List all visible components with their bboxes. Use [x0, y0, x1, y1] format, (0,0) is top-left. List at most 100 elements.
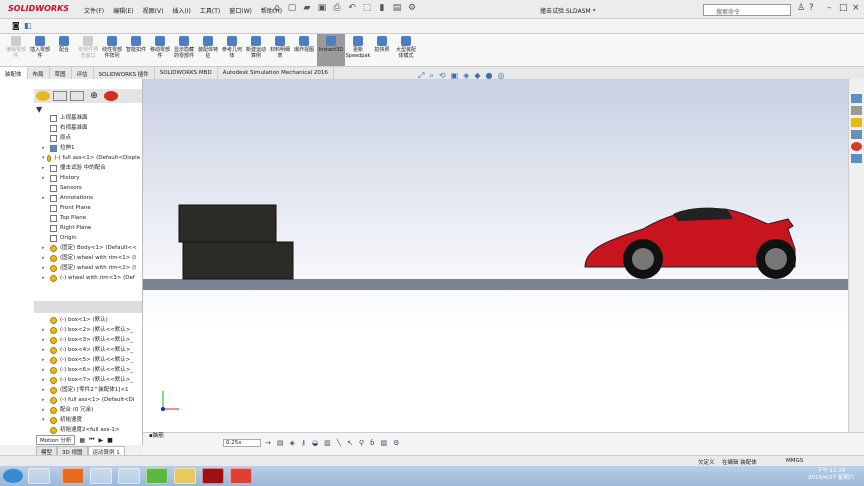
tree-item[interactable]: Right Plane	[34, 223, 140, 233]
ribbon-button[interactable]: 大型装配体模式	[395, 34, 417, 66]
view-palette-icon[interactable]	[851, 130, 862, 139]
taskbar-app-icon[interactable]	[118, 468, 140, 484]
tree-item[interactable]: ▸ 拉伸1	[34, 143, 140, 153]
spring-icon[interactable]: ▥	[324, 439, 331, 447]
tree-item[interactable]: ▸ (-) box<7> (默认<<默认>_	[34, 375, 140, 385]
tree-item[interactable]: 右视基准面	[34, 123, 140, 133]
tree-item[interactable]: ▾ 初始速度	[34, 415, 140, 425]
command-tab[interactable]: 装配体	[0, 67, 28, 79]
save-animation-icon[interactable]: ▤	[277, 439, 284, 447]
tree-item[interactable]: Origin	[34, 233, 140, 243]
ribbon-button[interactable]: 移动零部件	[149, 34, 171, 66]
expand-arrow-icon[interactable]: ▸	[42, 193, 50, 203]
animation-wizard-icon[interactable]: ◈	[290, 439, 295, 447]
save-icon[interactable]: ▣	[317, 3, 327, 14]
user-icon[interactable]: ♙	[797, 3, 805, 13]
menu-item[interactable]: 插入(I)	[172, 6, 190, 15]
calculate-icon[interactable]: ▦	[79, 437, 85, 444]
expand-arrow-icon[interactable]: ▸	[42, 355, 50, 365]
rebuild-icon[interactable]: ▮	[377, 3, 387, 14]
camera-icon[interactable]: ◙	[12, 21, 20, 30]
tree-item[interactable]: ▾ (-) full ass<1> (Default<Displa	[34, 153, 140, 163]
play-icon[interactable]: ▶	[98, 437, 103, 444]
command-tab[interactable]: Autodesk Simulation Mechanical 2016	[218, 67, 334, 79]
ribbon-button[interactable]: 智能扣件	[125, 34, 147, 66]
menu-item[interactable]: 窗口(W)	[229, 6, 252, 15]
design-library-icon[interactable]	[851, 106, 862, 115]
command-tab[interactable]: SOLIDWORKS MBD	[155, 67, 218, 79]
explorer-icon[interactable]	[174, 468, 196, 484]
tree-item[interactable]: 初始速度2<full ass-1>	[34, 425, 140, 435]
ribbon-button[interactable]: Instant3D	[317, 34, 345, 66]
configuration-manager-tab-icon[interactable]	[70, 91, 84, 101]
menu-item[interactable]: 视图(V)	[143, 6, 164, 15]
close-button[interactable]: ×	[852, 3, 860, 13]
motor-icon[interactable]: ◒	[312, 439, 318, 447]
feature-manager-tab-icon[interactable]	[36, 91, 50, 101]
file-properties-icon[interactable]: ▤	[392, 3, 402, 14]
ribbon-button[interactable]: 爆炸视图	[293, 34, 315, 66]
expand-arrow-icon[interactable]: ▸	[42, 325, 50, 335]
appearances-icon[interactable]	[851, 142, 862, 151]
expand-arrow-icon[interactable]: ▸	[42, 405, 50, 415]
playback-speed-select[interactable]: 0.25x	[223, 439, 261, 447]
damper-icon[interactable]: ╲	[337, 439, 341, 447]
taskbar-app-icon[interactable]	[28, 468, 50, 484]
box-lower[interactable]	[182, 241, 294, 280]
home-icon[interactable]: ⌂	[272, 3, 282, 14]
tree-item[interactable]: ▸ (固定) Body<1> (Default<<	[34, 243, 140, 253]
force-icon[interactable]: ↖	[347, 439, 353, 447]
display-manager-tab-icon[interactable]	[104, 91, 118, 101]
options-icon[interactable]: ⚙	[407, 3, 417, 14]
solidworks-taskbar-icon[interactable]	[202, 468, 224, 484]
expand-arrow-icon[interactable]: ▸	[42, 273, 50, 283]
tree-item[interactable]: (-) box<1> (默认)	[34, 315, 140, 325]
tree-item[interactable]: ▸ (-) box<3> (默认<<默认>_	[34, 335, 140, 345]
gravity-icon[interactable]: ɓ	[370, 439, 374, 447]
search-input[interactable]: 搜索命令	[703, 4, 791, 16]
tree-item[interactable]: Top Plane	[34, 213, 140, 223]
ribbon-button[interactable]: 材料明细表	[269, 34, 291, 66]
tree-item[interactable]: ▸ (-) box<2> (默认<<默认>_	[34, 325, 140, 335]
expand-arrow-icon[interactable]: ▸	[42, 385, 50, 395]
tree-item[interactable]: ▸ Annotations	[34, 193, 140, 203]
results-icon[interactable]: ▧	[380, 439, 387, 447]
expand-arrow-icon[interactable]: ▸	[42, 143, 50, 153]
open-icon[interactable]: ▰	[302, 3, 312, 14]
expand-arrow-icon[interactable]: ▸	[42, 395, 50, 405]
help-icon[interactable]: ?	[809, 3, 814, 13]
browser-icon[interactable]	[146, 468, 168, 484]
ribbon-button[interactable]: 装配体特征	[197, 34, 219, 66]
expand-arrow-icon[interactable]: ▸	[42, 345, 50, 355]
tree-item[interactable]: ▸ History	[34, 173, 140, 183]
command-tab[interactable]: SOLIDWORKS 插件	[94, 67, 155, 79]
system-clock[interactable]: 下午 11:26 2019/4/27 星期六	[808, 468, 854, 482]
tree-item[interactable]: ▸ 配合 (0 冗余)	[34, 405, 140, 415]
graphics-viewport[interactable]: ⤢ ⌕ ⟲ ▣ ◈ ◆ ● ◎	[143, 71, 848, 432]
taskbar-app-icon[interactable]	[90, 468, 112, 484]
tree-item[interactable]: ▸ (固定) [零件2^装配体1]<1	[34, 385, 140, 395]
expand-arrow-icon[interactable]: ▸	[42, 263, 50, 273]
expand-arrow-icon[interactable]: ▸	[42, 375, 50, 385]
arrow-icon[interactable]: →	[265, 439, 271, 447]
recorder-icon[interactable]	[230, 468, 252, 484]
units-select[interactable]: MMGS	[786, 458, 803, 464]
tree-item[interactable]: Front Plane	[34, 203, 140, 213]
select-icon[interactable]: ⬚	[362, 3, 372, 14]
expand-arrow-icon[interactable]: ▸	[42, 163, 50, 173]
expand-arrow-icon[interactable]: ▸	[42, 243, 50, 253]
print-icon[interactable]: ⎙	[332, 3, 342, 14]
expand-arrow-icon[interactable]: ▸	[42, 335, 50, 345]
tree-item[interactable]: ▸ (固定) wheel with rim<1> (I	[34, 253, 140, 263]
start-button[interactable]	[2, 468, 24, 484]
ribbon-button[interactable]: 新建运动算例	[245, 34, 267, 66]
ribbon-button[interactable]: 配合	[53, 34, 75, 66]
menu-item[interactable]: 编辑(E)	[113, 6, 133, 15]
firefox-icon[interactable]	[62, 468, 84, 484]
command-tab[interactable]: 布局	[28, 67, 50, 79]
car-model[interactable]	[584, 207, 796, 279]
dimxpert-tab-icon[interactable]: ⊕	[87, 91, 101, 101]
ribbon-button[interactable]: 零部件预览窗口	[77, 34, 99, 66]
tree-item[interactable]: ▸ (-) box<4> (默认<<默认>_	[34, 345, 140, 355]
study-properties-icon[interactable]: ⚙	[393, 439, 399, 447]
